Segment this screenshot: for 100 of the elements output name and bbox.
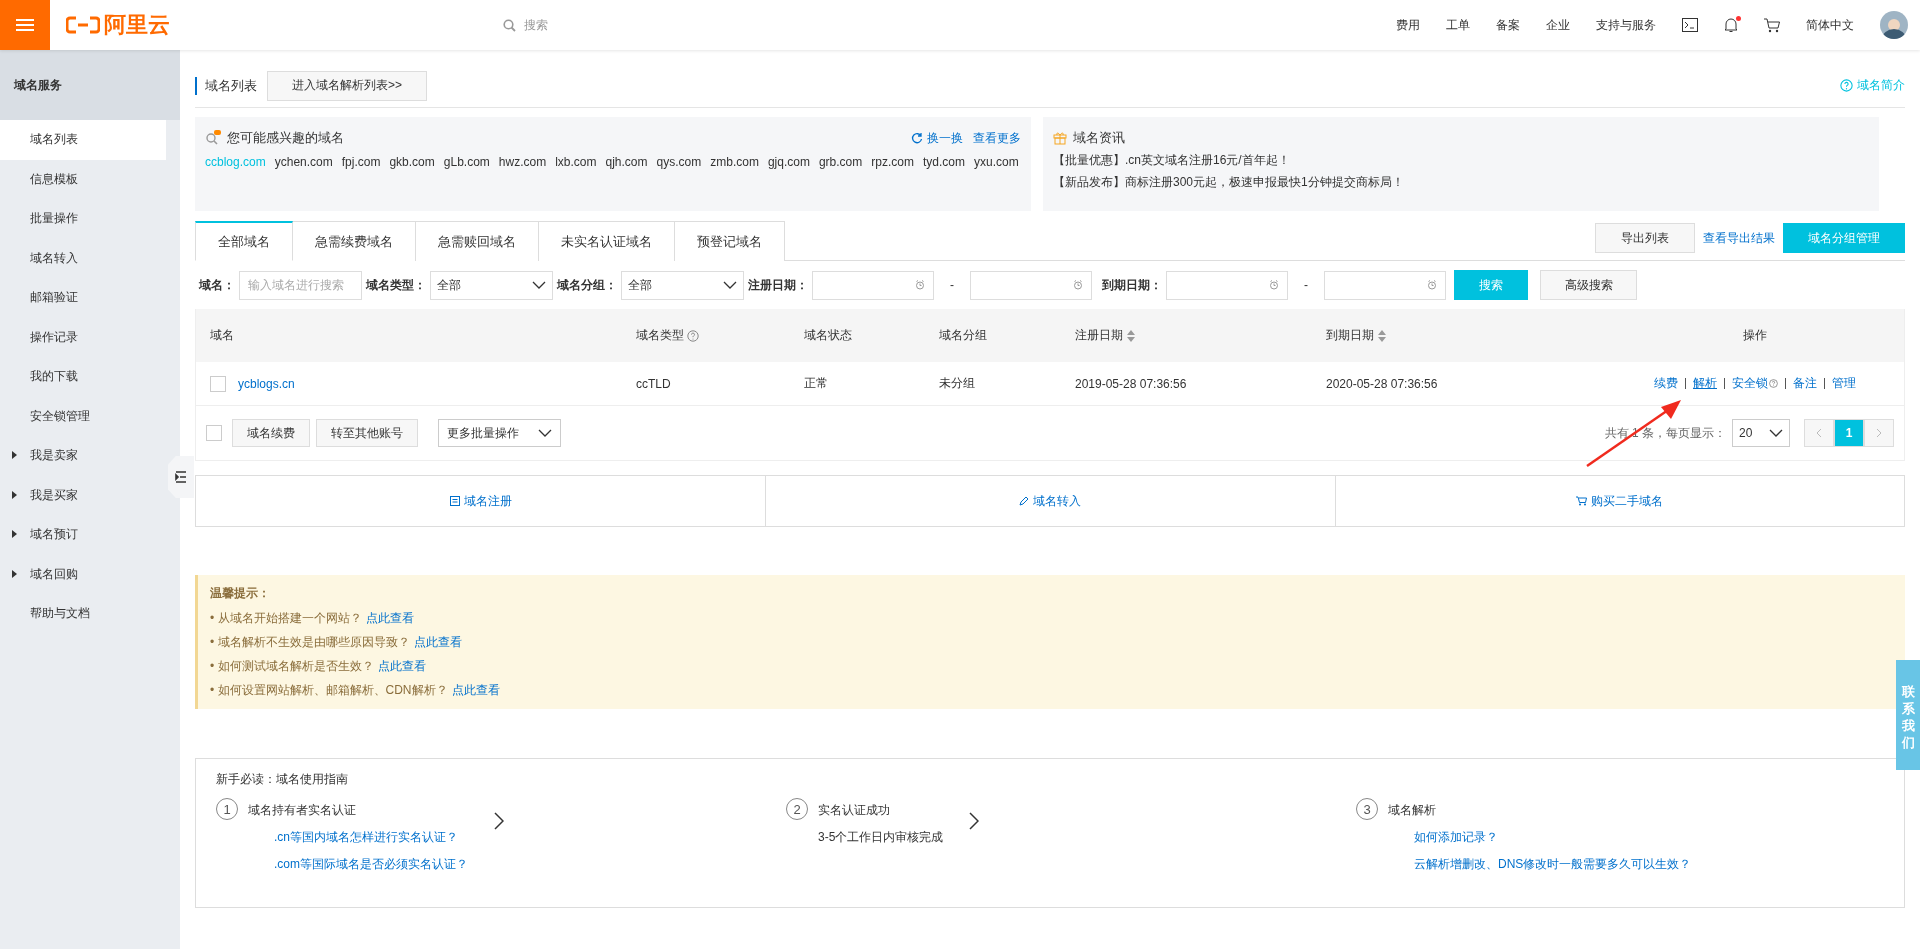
date-field[interactable] [812, 270, 934, 300]
tab[interactable]: 急需续费域名 [293, 221, 416, 261]
action-link[interactable]: 安全锁 [1732, 375, 1778, 392]
domain-link[interactable]: qys.com [656, 155, 702, 169]
language-link[interactable]: 简体中文 [1806, 16, 1854, 34]
nav-link[interactable]: 备案 [1496, 16, 1520, 34]
column-header: 域名分组 [939, 327, 987, 344]
dns-list-button[interactable]: 进入域名解析列表>> [267, 70, 427, 101]
domain-link[interactable]: lxb.com [555, 155, 597, 169]
action-link[interactable]: 解析 [1693, 375, 1717, 392]
advanced-search-button[interactable]: 高级搜索 [1540, 270, 1637, 300]
domain-link[interactable]: qjh.com [605, 155, 648, 169]
sidebar-item[interactable]: 域名预订 [0, 515, 166, 555]
sidebar-item[interactable]: 域名回购 [0, 554, 166, 594]
sidebar-item[interactable]: 我是卖家 [0, 436, 166, 476]
help-icon [1840, 79, 1853, 92]
domain-search-field[interactable]: 输入域名进行搜索 [239, 270, 362, 300]
tab[interactable]: 急需赎回域名 [416, 221, 539, 261]
domain-link[interactable]: gkb.com [389, 155, 435, 169]
table-cell-text: 未分组 [939, 375, 976, 392]
nav-link[interactable]: 支持与服务 [1596, 16, 1656, 34]
domain-link[interactable]: rpz.com [871, 155, 914, 169]
chevron-right-icon [969, 812, 980, 830]
date-field[interactable] [1324, 270, 1446, 300]
more-link[interactable]: 查看更多 [973, 129, 1021, 147]
sidebar-item[interactable]: 安全锁管理 [0, 396, 166, 436]
sidebar-item[interactable]: 操作记录 [0, 317, 166, 357]
tip-link[interactable]: 点此查看 [413, 635, 462, 649]
guide-link[interactable]: 如何添加记录？ [1414, 829, 1692, 846]
group-select[interactable]: 全部 [621, 270, 744, 300]
tip-link[interactable]: 点此查看 [365, 611, 414, 625]
sidebar-item[interactable]: 信息模板 [0, 159, 166, 199]
domain-link[interactable]: fpj.com [341, 155, 381, 169]
news-line[interactable]: 【新品发布】商标注册300元起，极速申报最快1分钟提交商标局！ [1053, 174, 1869, 191]
search-icon [205, 130, 221, 146]
collapse-handle[interactable] [168, 456, 194, 498]
sidebar-item[interactable]: 批量操作 [0, 199, 166, 239]
search-field[interactable]: 搜索 [522, 17, 722, 33]
page-size-select[interactable]: 20 [1732, 419, 1790, 447]
domain-link[interactable]: grb.com [818, 155, 863, 169]
export-button[interactable]: 导出列表 [1595, 223, 1695, 253]
type-select[interactable]: 全部 [430, 270, 553, 300]
menu-button[interactable] [0, 0, 50, 50]
action-link[interactable]: 备注 [1793, 375, 1817, 392]
sidebar-item[interactable]: 我是买家 [0, 475, 166, 515]
help-icon [687, 329, 699, 342]
news-line[interactable]: 【批量优惠】.cn英文域名注册16元/首年起！ [1053, 152, 1869, 169]
column-header: 操作 [1743, 327, 1767, 344]
checkbox[interactable] [210, 375, 226, 392]
checkbox[interactable] [206, 425, 222, 441]
tip-link[interactable]: 点此查看 [451, 683, 500, 697]
action-link[interactable]: 管理 [1832, 375, 1856, 392]
tab[interactable]: 全部域名 [195, 221, 293, 261]
clock-icon [915, 280, 925, 290]
domain-link[interactable]: yxu.com [974, 155, 1019, 169]
sidebar-item[interactable]: 域名列表 [0, 120, 166, 160]
tab[interactable]: 未实名认证域名 [539, 221, 675, 261]
nav-link[interactable]: 工单 [1446, 16, 1470, 34]
domain-link[interactable]: ycblogs.cn [238, 376, 295, 391]
step-text: 3-5个工作日内审核完成 [818, 829, 944, 846]
domain-link[interactable]: zmb.com [710, 155, 759, 169]
range-dash: - [950, 278, 954, 292]
bell-icon[interactable] [1724, 17, 1738, 33]
date-field[interactable] [1166, 270, 1288, 300]
domain-link[interactable]: gjq.com [767, 155, 810, 169]
quick-link[interactable]: 购买二手域名 [1334, 476, 1904, 526]
gift-icon [1053, 131, 1067, 145]
batch-select[interactable]: 更多批量操作 [438, 419, 561, 447]
refresh-link[interactable]: 换一换 [911, 129, 963, 147]
tab[interactable]: 预登记域名 [675, 221, 785, 261]
sidebar-item[interactable]: 域名转入 [0, 238, 166, 278]
cart-icon[interactable] [1764, 17, 1780, 33]
sort-icon[interactable] [1126, 328, 1136, 343]
quick-link[interactable]: 域名注册 [196, 476, 766, 526]
terminal-icon[interactable] [1682, 18, 1698, 32]
nav-link[interactable]: 企业 [1546, 16, 1570, 34]
domain-link[interactable]: tyd.com [923, 155, 965, 169]
column-header: 域名 [210, 327, 234, 344]
field-label: 域名类型： [366, 276, 426, 294]
view-export-link[interactable]: 查看导出结果 [1703, 229, 1775, 247]
sidebar-item[interactable]: 邮箱验证 [0, 278, 166, 318]
sidebar-item[interactable]: 我的下载 [0, 357, 166, 397]
domain-link[interactable]: gLb.com [443, 155, 490, 169]
help-icon [1769, 379, 1778, 388]
guide-link[interactable]: .com等国际域名是否必须实名认证？ [274, 856, 468, 873]
guide-link[interactable]: 云解析增删改、DNS修改时一般需要多久可以生效？ [1414, 856, 1692, 873]
sort-icon[interactable] [1377, 328, 1387, 343]
avatar[interactable] [1880, 11, 1908, 39]
action-link[interactable]: 续费 [1654, 375, 1678, 392]
batch-button[interactable]: 域名续费 [232, 419, 310, 447]
date-field[interactable] [970, 270, 1092, 300]
domain-link[interactable]: hwz.com [498, 155, 547, 169]
batch-button[interactable]: 转至其他账号 [316, 419, 418, 447]
domain-link[interactable]: ychen.com [274, 155, 333, 169]
tip-link[interactable]: 点此查看 [377, 659, 426, 673]
nav-link[interactable]: 费用 [1396, 16, 1420, 34]
quick-link[interactable]: 域名转入 [765, 476, 1335, 526]
guide-link[interactable]: .cn等国内域名怎样进行实名认证？ [274, 829, 468, 846]
field-label: 注册日期： [748, 276, 808, 294]
sidebar-item[interactable]: 帮助与文档 [0, 594, 166, 634]
